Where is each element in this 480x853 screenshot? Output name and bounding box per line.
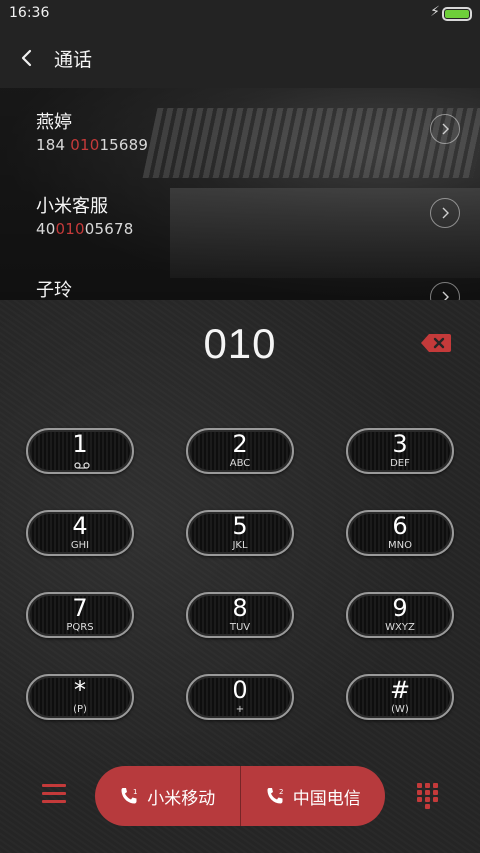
chevron-right-icon [442, 291, 449, 300]
contact-result[interactable]: 小米客服 4001005678 [0, 172, 480, 258]
call-sim2-button[interactable]: 2 中国电信 [239, 766, 386, 826]
voicemail-icon [74, 462, 90, 469]
contact-number: 4001005678 [36, 220, 134, 238]
sim1-carrier-label: 小米移动 [147, 788, 216, 809]
charging-icon: ⚡ [430, 4, 440, 20]
dial-key-1[interactable]: 1 [26, 428, 134, 474]
contact-name: 子玲 [36, 280, 72, 300]
page-title: 通话 [54, 48, 93, 71]
dial-key-3[interactable]: 3 DEF [346, 428, 454, 474]
dial-key-6[interactable]: 6 MNO [346, 510, 454, 556]
back-button[interactable] [0, 28, 54, 88]
matching-contacts-list: 燕婷 184 01015689 小米客服 4001005678 子玲 [0, 88, 480, 300]
status-time: 16:36 [9, 5, 50, 21]
menu-button[interactable] [42, 784, 66, 804]
dial-key-0[interactable]: 0 + [186, 674, 294, 720]
status-bar: 16:36 ⚡ [0, 0, 480, 28]
contact-name: 小米客服 [36, 196, 108, 217]
dial-key-9[interactable]: 9 WXYZ [346, 592, 454, 638]
contact-result[interactable]: 子玲 [0, 256, 480, 300]
dialpad-toggle-button[interactable] [417, 783, 439, 809]
chevron-right-icon [442, 123, 449, 135]
dial-key-2[interactable]: 2 ABC [186, 428, 294, 474]
dial-key-hash[interactable]: # (W) [346, 674, 454, 720]
dial-key-4[interactable]: 4 GHI [26, 510, 134, 556]
chevron-right-icon [442, 207, 449, 219]
app-header: 通话 [0, 28, 480, 88]
phone-sim1-icon: 1 [121, 788, 138, 804]
svg-text:1: 1 [133, 788, 137, 796]
call-sim1-button[interactable]: 1 小米移动 [95, 766, 240, 826]
contact-name: 燕婷 [36, 112, 72, 133]
dial-key-5[interactable]: 5 JKL [186, 510, 294, 556]
contact-detail-button[interactable] [430, 282, 460, 300]
number-match-highlight: 010 [55, 220, 85, 238]
contact-detail-button[interactable] [430, 198, 460, 228]
dialed-number: 010 [203, 320, 277, 367]
sim2-carrier-label: 中国电信 [292, 788, 361, 809]
phone-sim2-icon: 2 [267, 788, 283, 804]
number-match-highlight: 010 [70, 136, 100, 154]
contact-number: 184 01015689 [36, 136, 149, 154]
backspace-icon[interactable] [420, 332, 452, 354]
contact-detail-button[interactable] [430, 114, 460, 144]
battery-icon [442, 7, 472, 21]
call-bar: 1 小米移动 2 中国电信 [95, 766, 385, 826]
svg-text:2: 2 [279, 788, 283, 796]
dial-key-7[interactable]: 7 PQRS [26, 592, 134, 638]
chevron-left-icon [21, 49, 32, 67]
dial-key-8[interactable]: 8 TUV [186, 592, 294, 638]
contact-result[interactable]: 燕婷 184 01015689 [0, 88, 480, 174]
dial-key-star[interactable]: * (P) [26, 674, 134, 720]
